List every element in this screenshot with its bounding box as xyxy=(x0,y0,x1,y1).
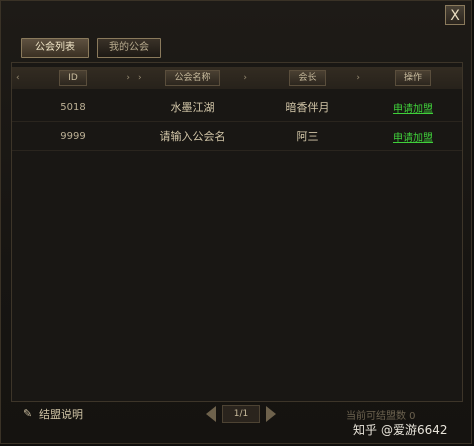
close-icon: X xyxy=(450,8,460,24)
alliance-help-button[interactable]: ✎ 结盟说明 xyxy=(23,406,83,422)
header-leader[interactable]: 会长 › xyxy=(251,67,364,89)
next-page-icon[interactable] xyxy=(266,406,276,422)
sort-icon: › xyxy=(126,73,130,83)
prev-page-icon[interactable] xyxy=(206,406,216,422)
tab-guild-list[interactable]: 公会列表 xyxy=(21,38,89,58)
pager: 1/1 xyxy=(206,405,276,423)
guild-window: X 公会列表 我的公会 ‹ ID › › 公会名称 › 会长 › 操作 5018… xyxy=(0,0,472,444)
sort-left-icon: ‹ xyxy=(16,73,20,83)
watermark: 知乎 @爱游6642 xyxy=(353,421,448,438)
close-button[interactable]: X xyxy=(445,5,465,25)
sort-icon: › xyxy=(356,73,360,83)
table-body: 5018 水墨江湖 暗香伴月 申请加盟 9999 请输入公会名 阿三 申请加盟 xyxy=(12,93,462,151)
tab-my-guild[interactable]: 我的公会 xyxy=(97,38,161,58)
alliance-help-label: 结盟说明 xyxy=(39,408,83,421)
alliance-count-note: 当前可结盟数 0 xyxy=(346,411,416,422)
tab-bar: 公会列表 我的公会 xyxy=(21,38,161,58)
apply-alliance-link[interactable]: 申请加盟 xyxy=(393,104,433,115)
cell-guild-name: 水墨江湖 xyxy=(170,101,215,114)
cell-action: 申请加盟 xyxy=(364,100,462,115)
sort-left-icon: › xyxy=(138,73,142,83)
sort-icon: › xyxy=(243,73,247,83)
cell-leader: 暗香伴月 xyxy=(285,101,330,114)
page-indicator: 1/1 xyxy=(222,405,260,423)
apply-alliance-link[interactable]: 申请加盟 xyxy=(393,133,433,144)
table-row[interactable]: 5018 水墨江湖 暗香伴月 申请加盟 xyxy=(12,93,462,122)
header-id[interactable]: ‹ ID › xyxy=(12,67,134,89)
cell-guild-name: 请输入公会名 xyxy=(159,130,226,143)
cell-action: 申请加盟 xyxy=(364,129,462,144)
pencil-icon: ✎ xyxy=(23,407,33,420)
header-guild-name[interactable]: › 公会名称 › xyxy=(134,67,251,89)
header-action: 操作 xyxy=(364,67,462,89)
cell-leader: 阿三 xyxy=(296,130,319,143)
guild-table-panel: ‹ ID › › 公会名称 › 会长 › 操作 5018 水墨江湖 暗香伴月 申… xyxy=(11,62,463,402)
watermark-brand: 知乎 xyxy=(353,423,378,437)
table-row[interactable]: 9999 请输入公会名 阿三 申请加盟 xyxy=(12,122,462,151)
table-header: ‹ ID › › 公会名称 › 会长 › 操作 xyxy=(12,67,462,89)
watermark-handle: @爱游6642 xyxy=(381,423,448,437)
cell-id: 9999 xyxy=(60,130,86,142)
cell-id: 5018 xyxy=(60,101,86,113)
